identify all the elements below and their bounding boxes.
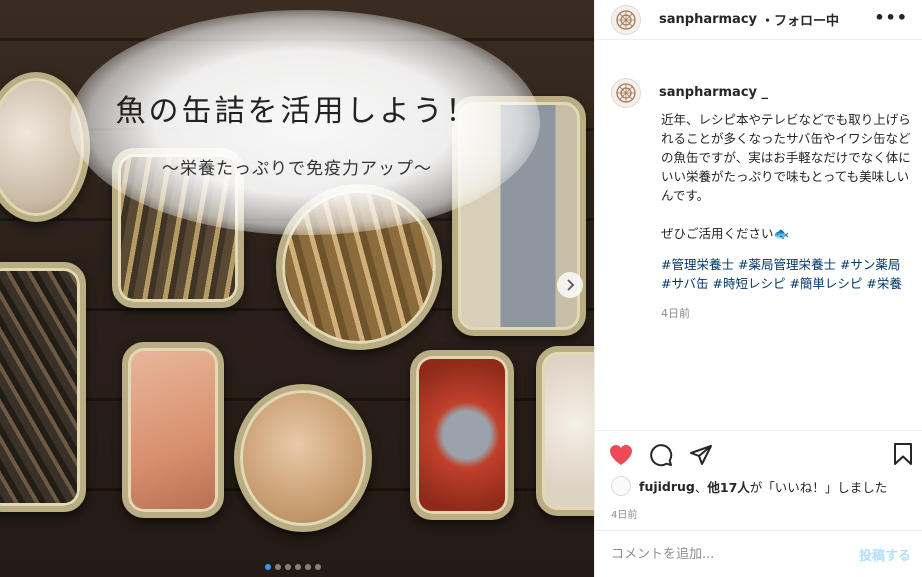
chevron-right-icon [567, 279, 575, 291]
carousel-dot [315, 564, 321, 570]
carousel-dot [285, 564, 291, 570]
like-button[interactable] [609, 442, 649, 468]
save-button[interactable] [893, 442, 913, 470]
heart-icon [610, 444, 632, 465]
post-time: 4日前 [611, 510, 638, 521]
carousel-dots [265, 564, 321, 570]
action-bar [595, 430, 922, 478]
hashtag-link[interactable]: #管理栄養士 [661, 257, 734, 272]
white-fish-can [536, 346, 594, 516]
hashtag-link[interactable]: #簡単レシピ [789, 276, 862, 291]
avatar[interactable] [611, 78, 641, 108]
carousel-dot [295, 564, 301, 570]
comment-input[interactable] [611, 546, 859, 562]
carousel-dot [305, 564, 311, 570]
comment-bar: 投稿する [595, 530, 922, 577]
avatar[interactable] [611, 476, 631, 496]
carousel-dot [265, 564, 271, 570]
hashtag-link[interactable]: #栄養 [866, 276, 901, 291]
more-horizontal-icon[interactable]: ••• [874, 8, 908, 27]
likes-others[interactable]: 他17人 [707, 477, 749, 496]
liker-username[interactable]: fujidrug [639, 479, 695, 494]
flower-logo-icon [616, 9, 636, 30]
post-image[interactable]: 魚の缶詰を活用しよう！ 〜栄養たっぷりで免疫力アップ〜 [0, 0, 594, 577]
image-subtitle: 〜栄養たっぷりで免疫力アップ〜 [162, 159, 432, 179]
bookmark-icon [894, 443, 912, 465]
share-button[interactable] [689, 442, 729, 468]
post-sidebar: sanpharmacy ・フォロー中 ••• sanpharmacy _ 近年、… [594, 0, 922, 577]
share-icon [690, 444, 712, 465]
follow-status[interactable]: ・フォロー中 [761, 10, 839, 29]
caption-username[interactable]: sanpharmacy _ [659, 78, 768, 108]
caption-text: 近年、レシピ本やテレビなどでも取り上げられることが多くなったサバ缶やイワシ缶など… [661, 112, 911, 241]
likes-suffix: が「いいね！」しました [749, 479, 888, 495]
salmon-can [122, 342, 224, 518]
comment-button[interactable] [649, 442, 689, 468]
flower-logo-icon [616, 83, 636, 103]
hashtag-link[interactable]: #時短レシピ [712, 276, 785, 291]
likes-summary: fujidrug 、 他17人 が「いいね！」しました [611, 476, 887, 496]
caption-time: 4日前 [661, 307, 690, 320]
mackerel-can [234, 384, 372, 532]
header-username[interactable]: sanpharmacy [659, 12, 757, 27]
post-comment-button[interactable]: 投稿する [859, 545, 911, 564]
avatar[interactable] [611, 4, 641, 35]
comment-icon [650, 443, 673, 466]
likes-separator: 、 [694, 479, 708, 495]
next-slide-button[interactable] [557, 272, 583, 298]
carousel-dot [275, 564, 281, 570]
hashtag-link[interactable]: #サバ缶 [661, 276, 708, 291]
dark-fish-can [0, 262, 86, 512]
post-header: sanpharmacy ・フォロー中 ••• [595, 0, 922, 40]
image-title: 魚の缶詰を活用しよう！ [115, 94, 479, 129]
caption: sanpharmacy _ 近年、レシピ本やテレビなどでも取り上げられることが多… [595, 56, 922, 321]
tomato-can [410, 350, 514, 520]
hashtag-link[interactable]: #サン薬局 [840, 257, 900, 272]
hashtag-list: #管理栄養士 #薬局管理栄養士 #サン薬局 #サバ缶 #時短レシピ #簡単レシピ… [661, 255, 911, 293]
hashtag-link[interactable]: #薬局管理栄養士 [738, 257, 836, 272]
